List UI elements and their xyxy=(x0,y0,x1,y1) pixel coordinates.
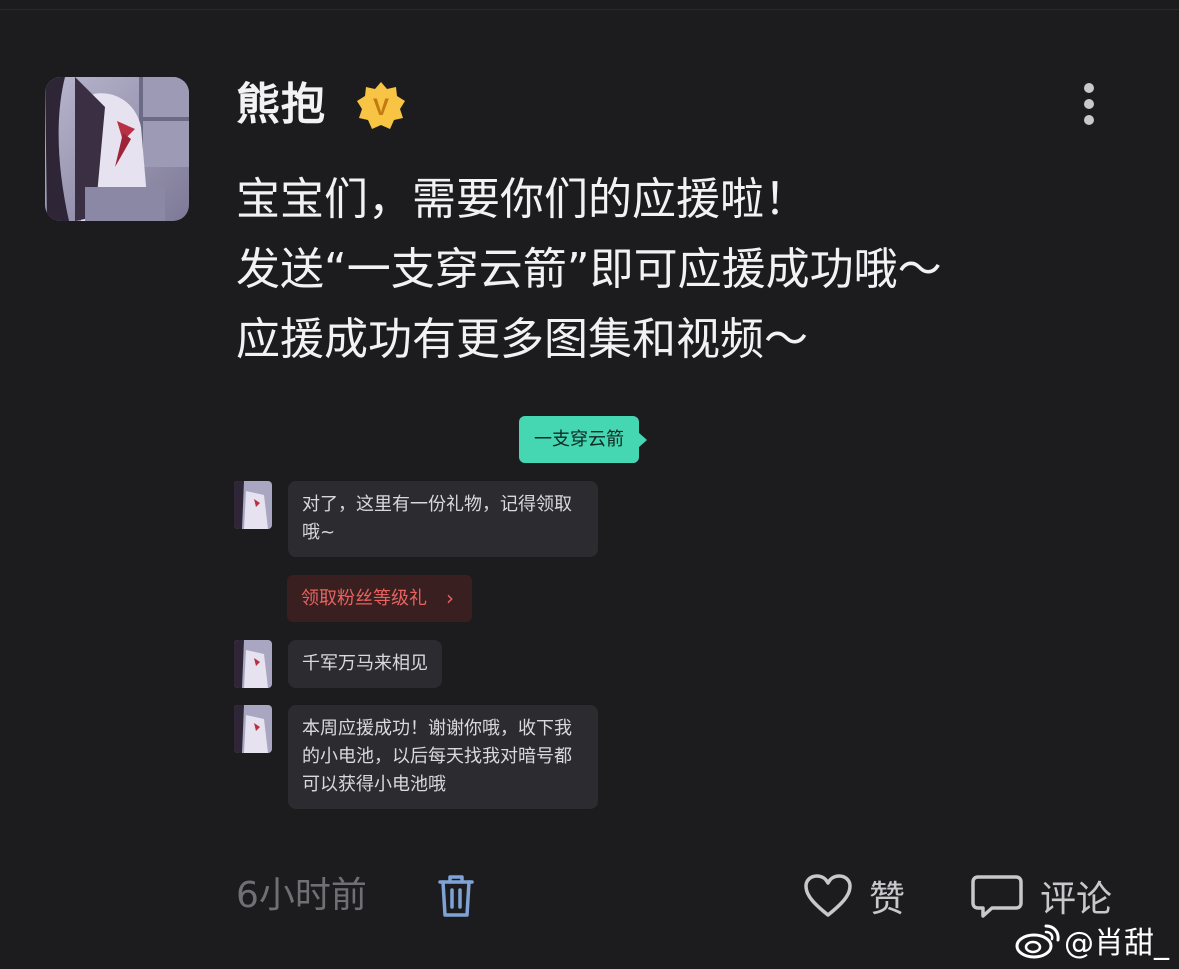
trash-icon[interactable] xyxy=(436,872,476,920)
chat-avatar xyxy=(234,640,272,688)
more-dot xyxy=(1084,115,1094,125)
author-name[interactable]: 熊抱 xyxy=(236,78,326,132)
claim-fan-gift-button[interactable]: 领取粉丝等级礼 › xyxy=(287,575,472,622)
watermark-text: @肖甜_ xyxy=(1064,926,1169,961)
post-line: 发送“一支穿云箭”即可应援成功哦～ xyxy=(236,244,942,295)
comment-label: 评论 xyxy=(1040,879,1113,920)
top-divider xyxy=(0,9,1179,10)
received-message-bubble: 千军万马来相见 xyxy=(288,640,442,688)
post-line: 应援成功有更多图集和视频～ xyxy=(236,314,808,365)
more-dot xyxy=(1084,83,1094,93)
post-line: 宝宝们，需要你们的应援啦！ xyxy=(236,174,808,225)
heart-icon xyxy=(804,874,852,917)
post-detail-screen: 熊抱 V 宝宝们，需要你们的应援啦！ 发送“一支穿云箭”即可应援成功哦～ 应援成… xyxy=(0,0,1179,969)
comment-icon xyxy=(971,875,1023,918)
chevron-right-icon: › xyxy=(446,586,454,610)
sent-message-bubble: 一支穿云箭 xyxy=(519,416,647,463)
received-message-bubble: 对了，这里有一份礼物，记得领取哦~ xyxy=(288,481,598,557)
more-options-button[interactable] xyxy=(1072,80,1106,128)
svg-text:V: V xyxy=(373,94,389,121)
chat-avatar xyxy=(234,481,272,529)
like-button[interactable]: 赞 xyxy=(803,868,905,924)
post-timestamp: 6小时前 xyxy=(236,875,367,916)
post-body: 宝宝们，需要你们的应援啦！ 发送“一支穿云箭”即可应援成功哦～ 应援成功有更多图… xyxy=(236,165,1116,375)
comment-button[interactable]: 评论 xyxy=(970,868,1112,924)
gift-button-label: 领取粉丝等级礼 xyxy=(301,588,427,609)
chat-avatar xyxy=(234,705,272,753)
more-dot xyxy=(1084,99,1094,109)
author-avatar[interactable] xyxy=(45,77,189,221)
verified-badge-icon: V xyxy=(355,80,407,132)
received-message-bubble: 本周应援成功！谢谢你哦，收下我的小电池，以后每天找我对暗号都可以获得小电池哦 xyxy=(288,705,598,809)
weibo-logo-icon xyxy=(1015,924,1060,959)
weibo-watermark: @肖甜_ xyxy=(1014,918,1169,962)
like-label: 赞 xyxy=(869,879,906,920)
